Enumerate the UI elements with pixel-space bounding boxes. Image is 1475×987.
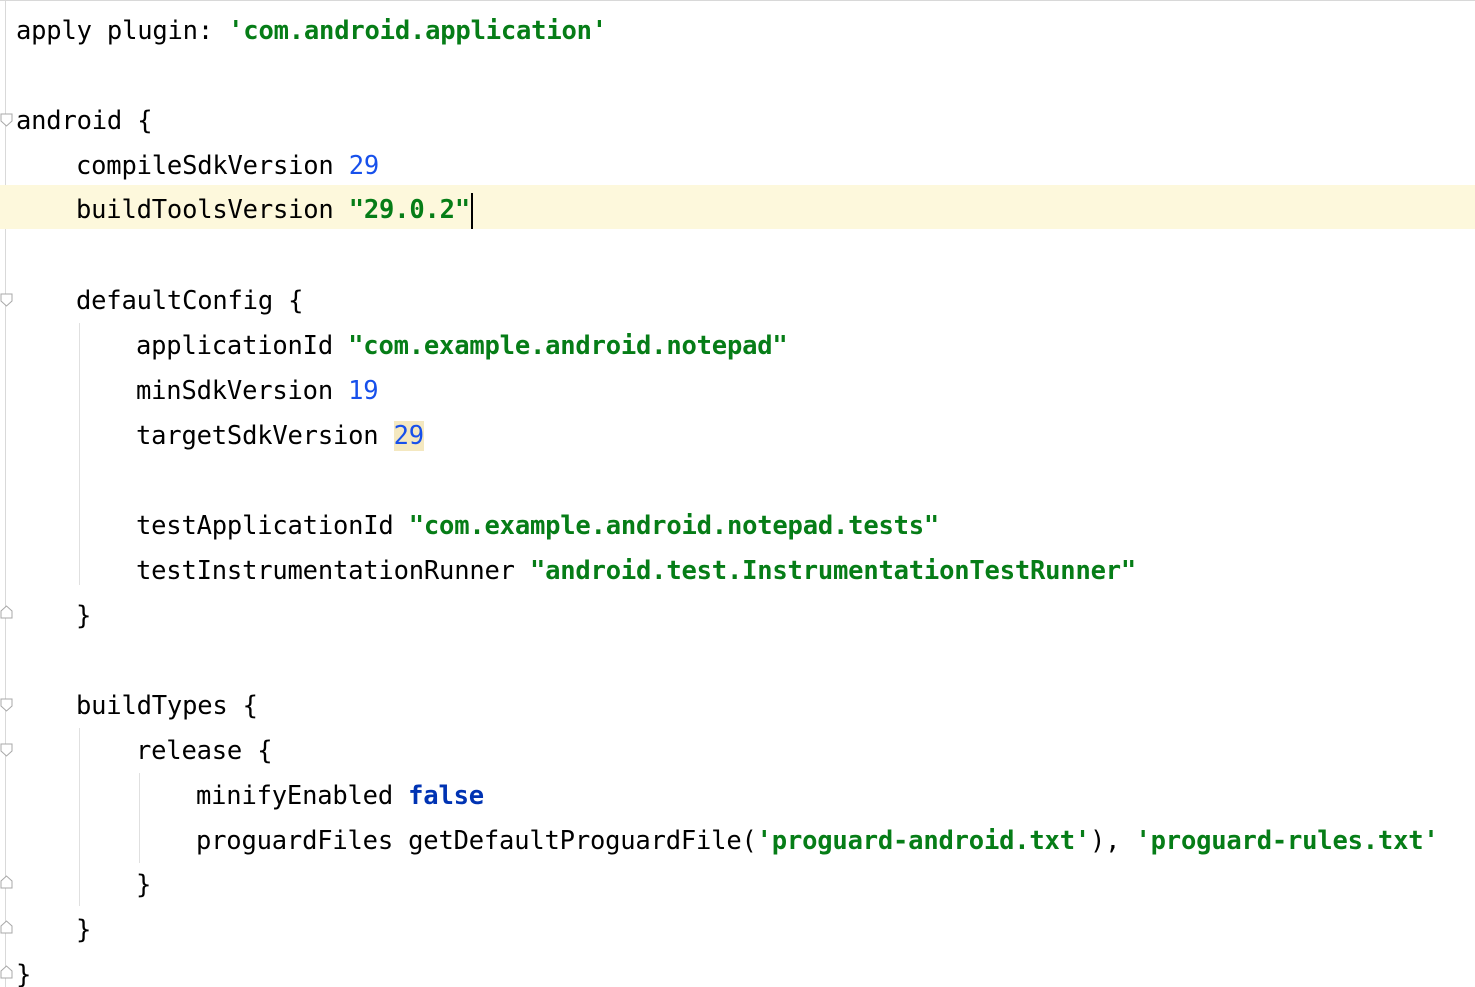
indent-guide [139, 773, 140, 863]
keyword-literal: false [408, 781, 484, 811]
code-text: } [16, 960, 32, 987]
code-line-application-id[interactable]: applicationId "com.example.android.notep… [136, 324, 788, 369]
number-literal: 19 [348, 376, 379, 406]
fold-open-icon[interactable] [0, 698, 13, 712]
code-text: defaultConfig { [76, 286, 304, 316]
property-key: testInstrumentationRunner [136, 556, 515, 586]
fold-close-icon[interactable] [0, 605, 13, 619]
code-text: } [136, 870, 152, 900]
text-caret [470, 193, 473, 229]
property-key: proguardFiles [196, 826, 393, 856]
code-line-release[interactable]: release { [136, 729, 273, 774]
string-literal: 'com.android.application' [228, 16, 607, 46]
code-line-target-sdk[interactable]: targetSdkVersion 29 [136, 414, 424, 459]
fold-close-icon[interactable] [0, 875, 13, 889]
number-literal: 29 [348, 151, 380, 181]
fold-open-icon[interactable] [0, 113, 13, 127]
property-key: testApplicationId [136, 511, 394, 541]
code-line-build-tools[interactable]: buildToolsVersion "29.0.2" [76, 188, 473, 233]
fold-close-icon[interactable] [0, 965, 13, 979]
code-line-apply-plugin[interactable]: apply plugin: 'com.android.application' [16, 9, 607, 54]
code-line-min-sdk[interactable]: minSdkVersion 19 [136, 369, 379, 414]
code-line-close-default-config[interactable]: } [76, 594, 91, 639]
string-literal: "android.test.InstrumentationTestRunner" [529, 556, 1137, 586]
code-editor[interactable]: apply plugin: 'com.android.application' … [0, 0, 1475, 987]
string-literal: "com.example.android.notepad.tests" [408, 511, 940, 541]
code-line-build-types[interactable]: buildTypes { [76, 684, 258, 729]
property-key: minSdkVersion [136, 376, 333, 406]
code-text: } [76, 601, 92, 631]
property-key: compileSdkVersion [76, 151, 334, 181]
code-text: android { [16, 106, 153, 136]
string-literal: "29.0.2" [348, 195, 470, 225]
code-text: apply plugin: [16, 16, 229, 46]
property-key: applicationId [136, 331, 333, 361]
string-literal: 'proguard-rules.txt' [1135, 826, 1439, 856]
code-line-test-runner[interactable]: testInstrumentationRunner "android.test.… [136, 549, 1136, 594]
fold-close-icon[interactable] [0, 920, 13, 934]
indent-guide [79, 728, 80, 906]
code-line-close-release[interactable]: } [136, 863, 151, 908]
property-key: targetSdkVersion [136, 421, 379, 451]
code-line-close-android[interactable]: } [16, 953, 31, 987]
property-key: minifyEnabled [196, 781, 393, 811]
code-line-android-block[interactable]: android { [16, 99, 153, 144]
number-literal-highlighted: 29 [393, 421, 424, 451]
indent-guide [79, 323, 80, 585]
fold-open-icon[interactable] [0, 293, 13, 307]
string-literal: "com.example.android.notepad" [348, 331, 788, 361]
code-text: } [76, 915, 92, 945]
method-call: getDefaultProguardFile( [408, 826, 757, 856]
code-text: buildTypes { [76, 691, 258, 721]
code-line-close-build-types[interactable]: } [76, 908, 91, 953]
code-line-minify-enabled[interactable]: minifyEnabled false [196, 774, 484, 819]
code-text: release { [136, 736, 273, 766]
code-line-proguard-files[interactable]: proguardFiles getDefaultProguardFile('pr… [196, 819, 1439, 864]
code-line-compile-sdk[interactable]: compileSdkVersion 29 [76, 144, 379, 189]
fold-open-icon[interactable] [0, 743, 13, 757]
code-punctuation: ), [1090, 826, 1136, 856]
gutter-divider [5, 1, 6, 987]
code-line-test-application-id[interactable]: testApplicationId "com.example.android.n… [136, 504, 939, 549]
property-key: buildToolsVersion [76, 195, 334, 225]
code-line-default-config[interactable]: defaultConfig { [76, 279, 303, 324]
string-literal: 'proguard-android.txt' [756, 826, 1091, 856]
